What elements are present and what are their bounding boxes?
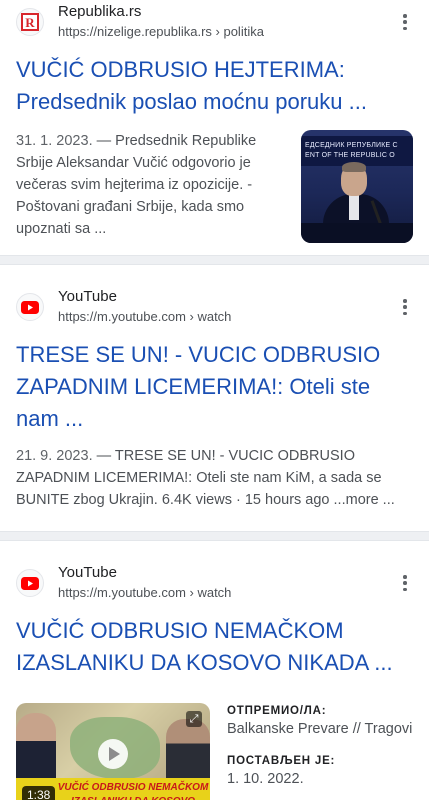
result-divider — [0, 255, 429, 265]
youtube-logo-icon — [16, 569, 44, 597]
video-meta: ОТПРЕМИО/ЛА: Balkanske Prevare // Tragov… — [227, 703, 413, 800]
result-divider — [0, 531, 429, 541]
site-header[interactable]: YouTube https://m.youtube.com › watch — [16, 563, 413, 603]
site-url: https://m.youtube.com › watch — [58, 585, 232, 600]
site-url: https://nizelige.republika.rs › politika — [58, 24, 264, 39]
result-snippet: 31. 1. 2023. — Predsednik Republike Srbi… — [16, 133, 257, 237]
play-icon[interactable] — [98, 739, 128, 769]
more-options-icon[interactable] — [399, 571, 411, 595]
search-result-youtube-2: YouTube https://m.youtube.com › watch VU… — [0, 541, 429, 800]
result-snippet: 21. 9. 2023. — TRESE SE UN! - VUCIC ODBR… — [16, 448, 395, 508]
site-name: Republika.rs — [58, 3, 142, 20]
site-header[interactable]: YouTube https://m.youtube.com › watch — [16, 287, 413, 327]
search-result-youtube-1: YouTube https://m.youtube.com › watch TR… — [0, 265, 429, 531]
result-date: 31. 1. 2023. — [16, 133, 93, 149]
more-options-icon[interactable] — [399, 295, 411, 319]
uploaded-by-value: Balkanske Prevare // Tragovi — [227, 721, 413, 737]
search-result-republika: R Republika.rs https://nizelige.republik… — [0, 0, 429, 255]
result-date: 21. 9. 2023. — [16, 448, 93, 464]
uploaded-by-label: ОТПРЕМИО/ЛА: — [227, 705, 327, 717]
more-options-icon[interactable] — [399, 10, 411, 34]
site-header[interactable]: R Republika.rs https://nizelige.republik… — [16, 2, 413, 42]
result-thumbnail[interactable]: ЕДСЕДНИК РЕПУБЛИКЕ С ENT OF THE REPUBLIC… — [301, 130, 413, 243]
result-title-link[interactable]: VUČIĆ ODBRUSIO NEMAČKOM IZASLANIKU DA KO… — [16, 615, 413, 679]
youtube-logo-icon — [16, 293, 44, 321]
svg-text:R: R — [25, 15, 35, 30]
site-name: YouTube — [58, 288, 117, 305]
site-name: YouTube — [58, 564, 117, 581]
result-title-link[interactable]: TRESE SE UN! - VUCIC ODBRUSIO ZAPADNIM L… — [16, 339, 413, 435]
published-value: 1. 10. 2022. — [227, 771, 304, 787]
result-title-link[interactable]: VUČIĆ ODBRUSIO HEJTERIMA: Predsednik pos… — [16, 54, 413, 118]
expand-icon[interactable]: ⤢ — [186, 711, 202, 727]
video-thumbnail[interactable]: ⤢ VUČIĆ ODBRUSIO NEMAČKOM IZASLANIKU DA … — [16, 703, 210, 800]
republika-logo-icon: R — [16, 8, 44, 36]
site-url: https://m.youtube.com › watch — [58, 309, 232, 324]
video-duration: 1:38 — [22, 786, 56, 800]
published-label: ПОСТАВЉЕН ЈЕ: — [227, 755, 336, 767]
